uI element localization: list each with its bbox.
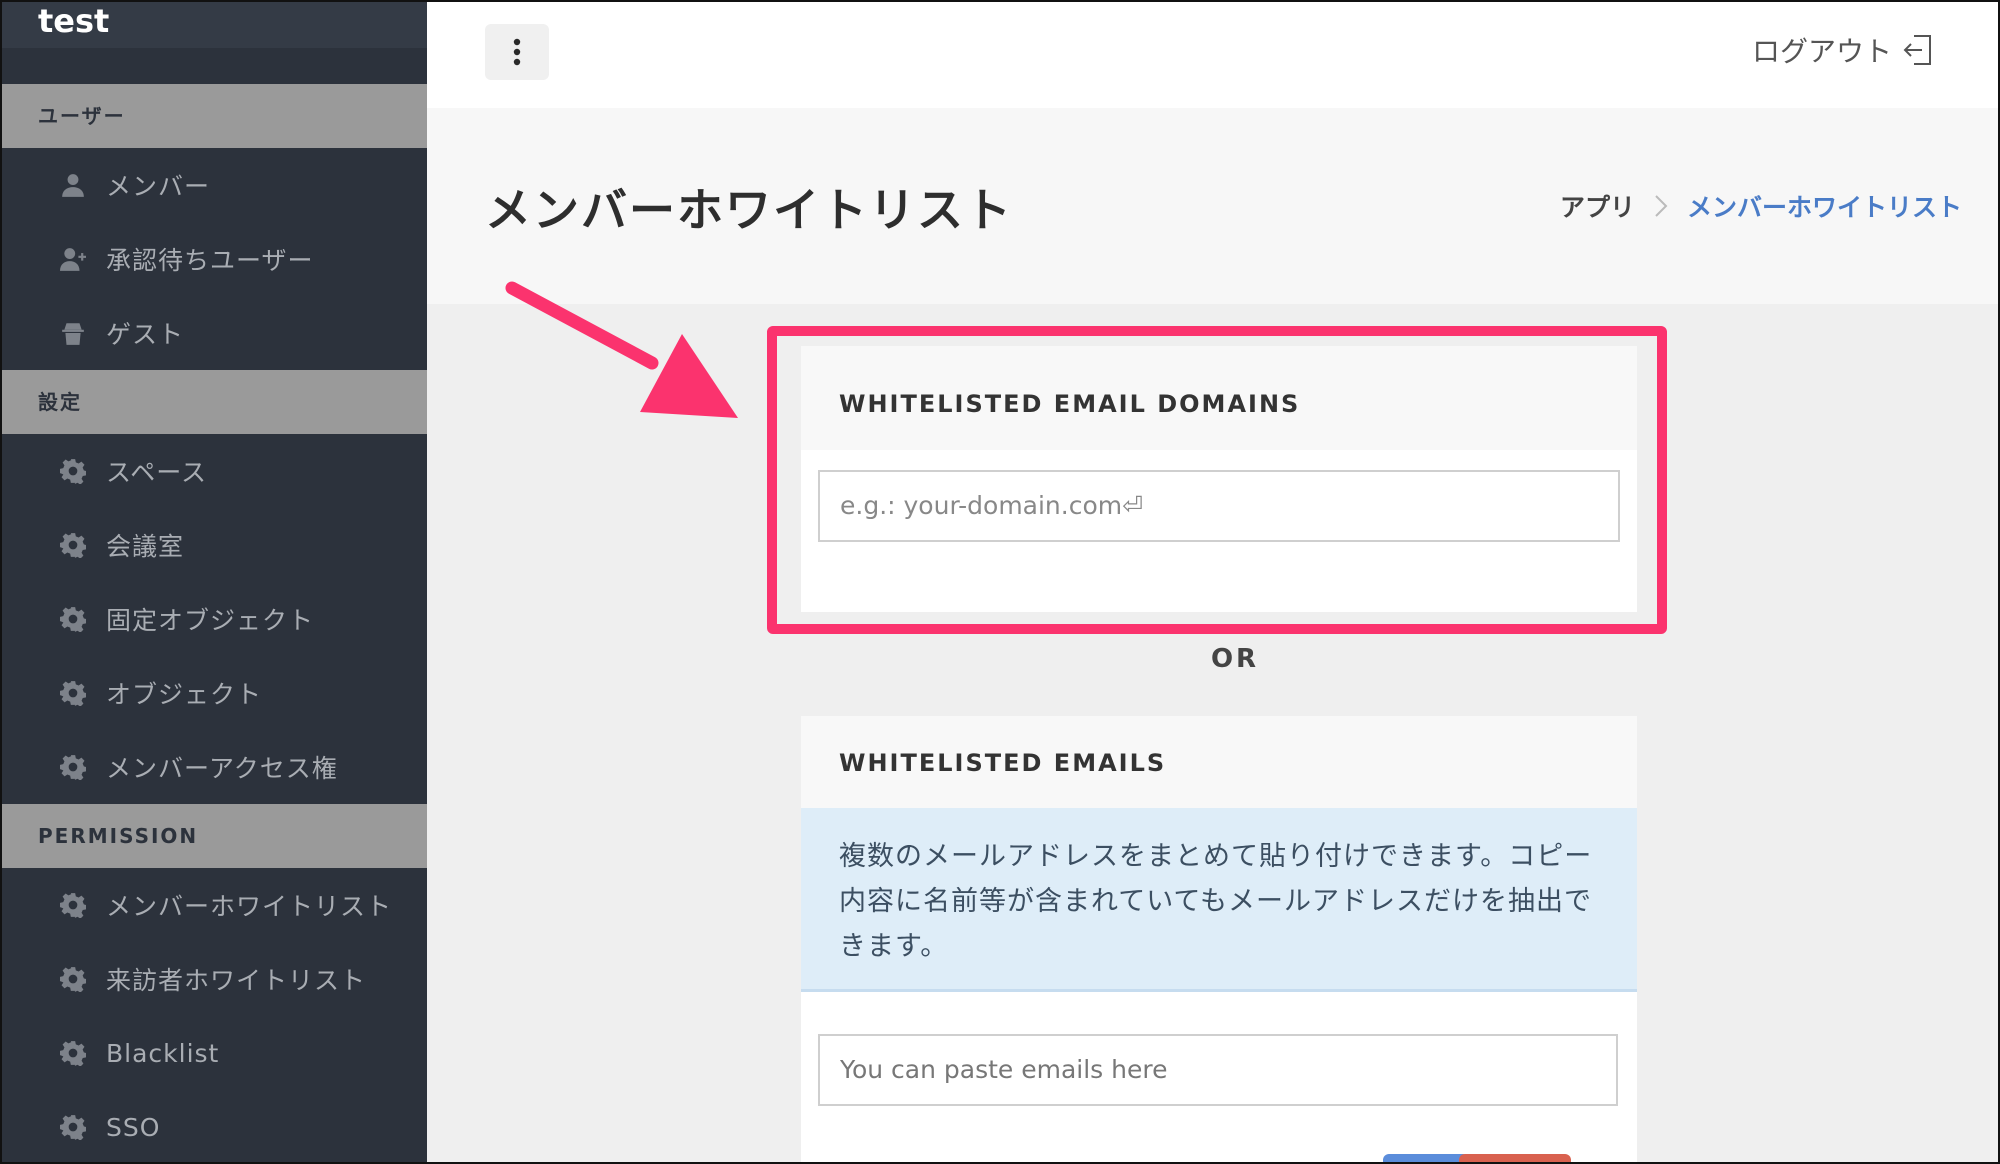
sidebar-item-label: 固定オブジェクト xyxy=(106,606,315,635)
save-button[interactable]: 保存 xyxy=(1383,1154,1469,1162)
emails-input[interactable]: You can paste emails here xyxy=(818,1034,1618,1106)
sidebar-item-member-access[interactable]: メンバーアクセス権 xyxy=(2,730,427,804)
kebab-menu-icon xyxy=(513,38,521,66)
page-title: メンバーホワイトリスト xyxy=(485,183,1013,237)
gear-icon xyxy=(58,678,88,708)
logout-label: ログアウト xyxy=(1751,35,1892,68)
logout-button[interactable]: ログアウト xyxy=(1752,28,1934,72)
sidebar-item-label: SSO xyxy=(106,1112,161,1142)
sidebar-item-label: 来訪者ホワイトリスト xyxy=(106,966,367,995)
user-icon xyxy=(58,170,88,200)
app-frame: test ユーザー メンバー 承認待ちユーザー ゲスト 設定 スペース 会議室 … xyxy=(0,0,2000,1164)
user-add-icon xyxy=(58,244,88,274)
sidebar-item-label: ゲスト xyxy=(106,320,185,349)
sidebar-item-guests[interactable]: ゲスト xyxy=(2,296,427,370)
emails-input-placeholder: You can paste emails here xyxy=(840,1055,1168,1084)
whitelisted-domains-card: WHITELISTED EMAIL DOMAINS e.g.: your-dom… xyxy=(801,346,1637,612)
delete-all-button[interactable]: 全削除 xyxy=(1459,1154,1571,1162)
sidebar-section-users: ユーザー xyxy=(2,84,427,148)
gear-icon xyxy=(58,1038,88,1068)
sidebar-item-members[interactable]: メンバー xyxy=(2,148,427,222)
sidebar-item-spaces[interactable]: スペース xyxy=(2,434,427,508)
sidebar-item-fixed-objects[interactable]: 固定オブジェクト xyxy=(2,582,427,656)
gear-icon xyxy=(58,604,88,634)
sidebar-item-label: 承認待ちユーザー xyxy=(106,246,314,275)
gear-icon xyxy=(58,530,88,560)
sidebar-item-label: メンバーホワイトリスト xyxy=(106,892,393,921)
whitelisted-emails-card: WHITELISTED EMAILS 複数のメールアドレスをまとめて貼り付けでき… xyxy=(801,716,1637,1162)
sidebar-section-settings: 設定 xyxy=(2,370,427,434)
topbar: ログアウト xyxy=(427,2,1998,108)
sidebar-item-label: Blacklist xyxy=(106,1038,220,1068)
sidebar-item-visitor-whitelist[interactable]: 来訪者ホワイトリスト xyxy=(2,942,427,1016)
gear-icon xyxy=(58,1112,88,1142)
sidebar-item-label: メンバー xyxy=(106,172,211,201)
sidebar-item-member-whitelist[interactable]: メンバーホワイトリスト xyxy=(2,868,427,942)
domain-input[interactable]: e.g.: your-domain.com⏎ xyxy=(818,470,1620,542)
breadcrumb-current: メンバーホワイトリスト xyxy=(1686,193,1962,222)
sidebar-item-objects[interactable]: オブジェクト xyxy=(2,656,427,730)
emails-card-title: WHITELISTED EMAILS xyxy=(801,716,1637,808)
page-header: メンバーホワイトリスト アプリ メンバーホワイトリスト xyxy=(427,108,1998,304)
breadcrumb: アプリ メンバーホワイトリスト xyxy=(1560,188,1962,224)
sidebar-item-label: オブジェクト xyxy=(106,680,263,709)
domain-input-placeholder: e.g.: your-domain.com xyxy=(840,491,1123,520)
enter-icon: ⏎ xyxy=(1122,491,1144,520)
logout-icon xyxy=(1903,35,1931,65)
guest-icon xyxy=(58,318,88,348)
sidebar-item-sso[interactable]: SSO xyxy=(2,1090,427,1162)
domains-card-title: WHITELISTED EMAIL DOMAINS xyxy=(801,346,1637,450)
gear-icon xyxy=(58,890,88,920)
gear-icon xyxy=(58,752,88,782)
gear-icon xyxy=(58,456,88,486)
menu-button[interactable] xyxy=(485,24,549,80)
gear-icon xyxy=(58,964,88,994)
sidebar-item-pending-users[interactable]: 承認待ちユーザー xyxy=(2,222,427,296)
sidebar: test ユーザー メンバー 承認待ちユーザー ゲスト 設定 スペース 会議室 … xyxy=(2,2,427,1162)
sidebar-item-meeting-rooms[interactable]: 会議室 xyxy=(2,508,427,582)
sidebar-item-blacklist[interactable]: Blacklist xyxy=(2,1016,427,1090)
sidebar-section-permission: PERMISSION xyxy=(2,804,427,868)
chevron-right-icon xyxy=(1653,193,1669,219)
info-message: 複数のメールアドレスをまとめて貼り付けできます。コピー内容に名前等が含まれていて… xyxy=(801,808,1637,992)
sidebar-item-label: スペース xyxy=(106,458,208,487)
brand-name: test xyxy=(2,2,427,48)
sidebar-item-label: 会議室 xyxy=(106,532,185,561)
or-separator: OR xyxy=(1210,644,1260,674)
breadcrumb-app-link[interactable]: アプリ xyxy=(1560,188,1635,224)
main-content: WHITELISTED EMAIL DOMAINS e.g.: your-dom… xyxy=(427,304,1998,1162)
sidebar-item-label: メンバーアクセス権 xyxy=(106,754,338,783)
